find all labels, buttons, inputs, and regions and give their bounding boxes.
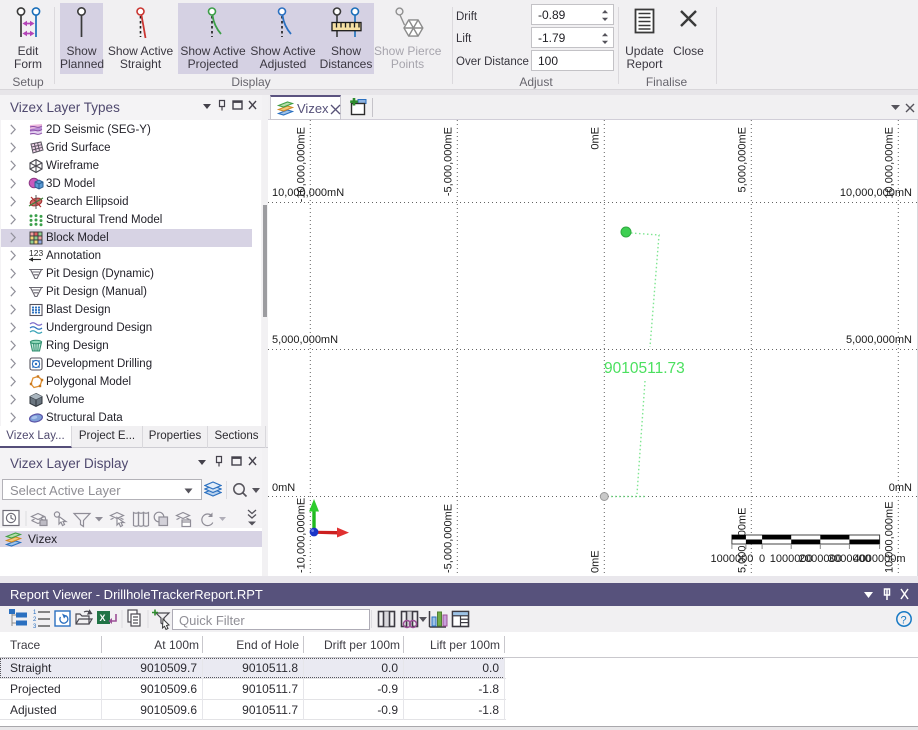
svg-text:123: 123 (29, 248, 43, 258)
svg-text:0mE: 0mE (590, 127, 602, 150)
svg-text:10,000,000mE: 10,000,000mE (884, 127, 896, 199)
svg-text:-5,000,000mE: -5,000,000mE (443, 127, 455, 196)
svg-text:5,000,000mE: 5,000,000mE (737, 127, 749, 192)
svg-text:0mN: 0mN (272, 482, 295, 494)
svg-text:-10,000,000mE: -10,000,000mE (296, 127, 308, 202)
svg-text:4000000m: 4000000m (854, 553, 906, 565)
svg-text:0: 0 (759, 553, 765, 565)
svg-text:2: 2 (33, 617, 37, 623)
svg-text:0mE: 0mE (590, 550, 602, 573)
svg-text:X: X (100, 613, 106, 623)
svg-text:10,000,000mN: 10,000,000mN (272, 187, 344, 199)
svg-text:5,000,000mN: 5,000,000mN (846, 334, 912, 346)
svg-text:3: 3 (33, 624, 37, 630)
svg-text:0mN: 0mN (889, 482, 912, 494)
svg-text:-10,000,000mE: -10,000,000mE (296, 498, 308, 573)
svg-text:1: 1 (33, 610, 37, 616)
svg-text:1000000: 1000000 (710, 553, 753, 565)
svg-text:-5,000,000mE: -5,000,000mE (443, 504, 455, 573)
svg-text:?: ? (901, 615, 907, 627)
svg-text:10,000,000mN: 10,000,000mN (840, 187, 912, 199)
svg-text:5,000,000mN: 5,000,000mN (272, 334, 338, 346)
svg-text:9010511.73: 9010511.73 (604, 360, 685, 377)
